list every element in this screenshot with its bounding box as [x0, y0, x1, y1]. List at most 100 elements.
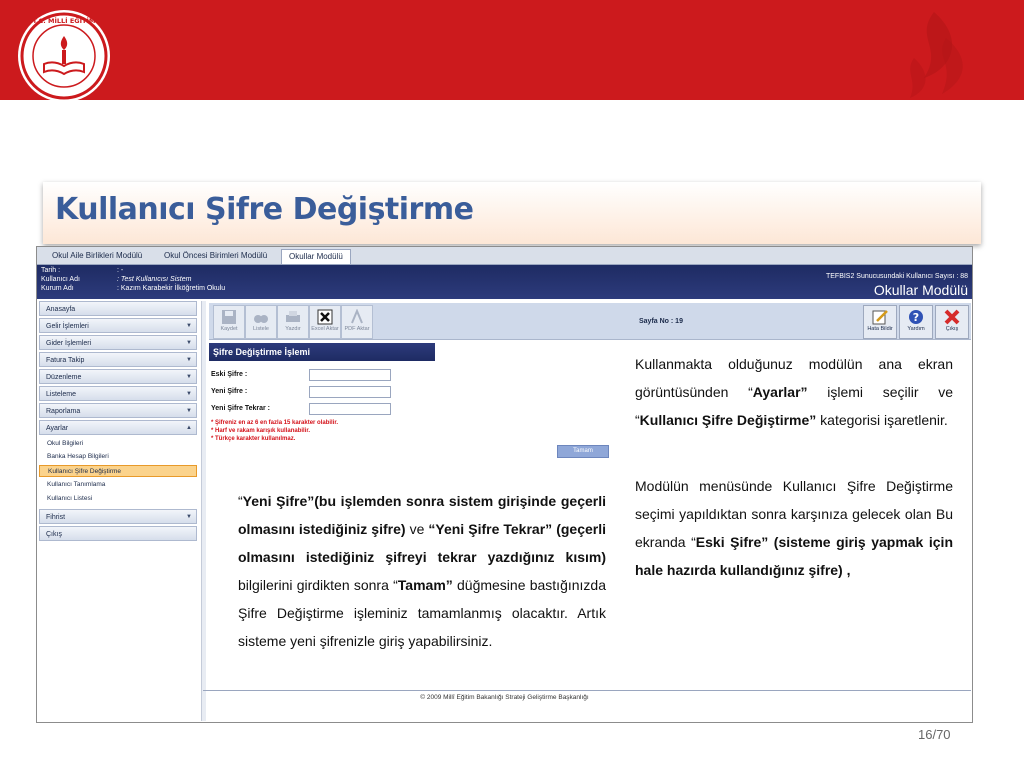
module-title: Okullar Modülü — [873, 282, 968, 298]
toolbar: Kaydet Listele Yazdır Excel Aktar PDF Ak… — [209, 303, 971, 340]
sidebar-item-label: Gelir İşlemleri — [46, 323, 89, 330]
repeat-password-label: Yeni Şifre Tekrar : — [211, 405, 271, 412]
right-explanation-2: Modülün menüsünde Kullanıcı Şifre Değişt… — [635, 472, 953, 584]
binoculars-icon — [254, 315, 268, 323]
tab-okul-aile[interactable]: Okul Aile Birlikleri Modülü — [45, 249, 149, 263]
sidebar-item-label: Çıkış — [46, 531, 62, 538]
warning-turkish: * Türkçe karakter kullanılmaz. — [211, 436, 296, 442]
bold-text: Tamam” — [397, 577, 453, 593]
header-bar — [0, 0, 1024, 100]
pdf-label: PDF Aktar — [344, 326, 370, 332]
sidebar: Anasayfa Gelir İşlemleri ▼ Gider İşlemler… — [39, 301, 199, 721]
sidebar-item-cikis[interactable]: Çıkış — [39, 526, 197, 541]
help-icon: ? — [909, 310, 923, 324]
save-button[interactable]: Kaydet — [213, 305, 245, 339]
chevron-down-icon: ▼ — [186, 323, 192, 329]
excel-label: Excel Aktar — [311, 326, 339, 332]
sidebar-item-label: Anasayfa — [46, 306, 76, 313]
info-header: Tarih : : - Kullanıcı Adı : Test Kullanı… — [37, 265, 972, 299]
sidebar-item-label: Fihrist — [46, 514, 66, 521]
sidebar-item-anasayfa[interactable]: Anasayfa — [39, 301, 197, 316]
chevron-down-icon: ▼ — [186, 408, 192, 414]
old-password-field[interactable] — [309, 369, 391, 381]
slide-title: Kullanıcı Şifre Değiştirme — [55, 192, 474, 227]
text: kategorisi işaretlenir. — [816, 412, 948, 428]
sidebar-item-label: Ayarlar — [46, 425, 69, 432]
footer-divider — [203, 690, 971, 691]
chevron-up-icon: ▲ — [186, 425, 192, 431]
help-label: Yardım — [907, 326, 925, 332]
right-explanation-1: Kullanmakta olduğunuz modülün ana ekran … — [635, 350, 953, 434]
ok-button[interactable]: Tamam — [557, 445, 609, 458]
sidebar-item-label: Gider İşlemleri — [46, 340, 92, 347]
warning-mixed: * Harf ve rakam karışık kullanabilir. — [211, 428, 311, 434]
old-password-label: Eski Şifre : — [211, 371, 248, 378]
bold-text: Ayarlar” — [752, 384, 808, 400]
sidebar-item-ayarlar[interactable]: Ayarlar ▲ — [39, 420, 197, 435]
sidebar-item-label: Fatura Takip — [46, 357, 85, 364]
tarih-label: Tarih : — [41, 267, 61, 274]
close-icon — [944, 309, 960, 325]
chevron-down-icon: ▼ — [186, 374, 192, 380]
report-error-button[interactable]: Hata Bildir — [863, 305, 897, 339]
repeat-password-field[interactable] — [309, 403, 391, 415]
chevron-down-icon: ▼ — [186, 340, 192, 346]
sidebar-sub-kullanici-listesi[interactable]: Kullanıcı Listesi — [39, 493, 197, 505]
kurum-label: Kurum Adı — [41, 285, 74, 292]
sidebar-sub-banka[interactable]: Banka Hesap Bilgileri — [39, 451, 197, 463]
form-title: Şifre Değiştirme İşlemi — [209, 343, 435, 361]
user-label: Kullanıcı Adı — [41, 276, 80, 283]
tab-okullar[interactable]: Okullar Modülü — [281, 249, 351, 264]
slide-title-box: Kullanıcı Şifre Değiştirme — [43, 182, 981, 244]
sidebar-item-gelir[interactable]: Gelir İşlemleri ▼ — [39, 318, 197, 333]
exit-label: Çıkış — [945, 326, 959, 332]
list-label: Listele — [253, 326, 269, 332]
text: bilgilerini girdikten sonra “ — [238, 577, 398, 593]
sidebar-item-label: Raporlama — [46, 408, 81, 415]
svg-text:T.C. MİLLİ EĞİTİM: T.C. MİLLİ EĞİTİM — [33, 16, 96, 25]
sidebar-item-label: Düzenleme — [46, 374, 82, 381]
save-label: Kaydet — [220, 326, 238, 332]
pdf-icon — [351, 309, 363, 324]
module-tabs: Okul Aile Birlikleri Modülü Okul Öncesi … — [37, 247, 972, 265]
chevron-down-icon: ▼ — [186, 357, 192, 363]
exit-button[interactable]: Çıkış — [935, 305, 969, 339]
excel-button[interactable]: Excel Aktar — [309, 305, 341, 339]
help-button[interactable]: ? Yardım — [899, 305, 933, 339]
sidebar-item-label: Listeleme — [46, 391, 76, 398]
sidebar-item-fatura[interactable]: Fatura Takip ▼ — [39, 352, 197, 367]
svg-text:?: ? — [913, 311, 919, 324]
report-icon — [872, 310, 888, 325]
sidebar-sub-sifre-degistirme[interactable]: Kullanıcı Şifre Değiştirme — [39, 465, 197, 477]
sidebar-item-fihrist[interactable]: Fihrist ▼ — [39, 509, 197, 524]
text: ve — [405, 521, 429, 537]
footer-copyright: © 2009 Millî Eğitim Bakanlığı Strateji G… — [420, 694, 589, 701]
list-button[interactable]: Listele — [245, 305, 277, 339]
sidebar-item-duzenleme[interactable]: Düzenleme ▼ — [39, 369, 197, 384]
flame-watermark-icon — [884, 8, 984, 105]
printer-icon — [286, 311, 300, 322]
sidebar-sub-kullanici-tanimlama[interactable]: Kullanıcı Tanımlama — [39, 479, 197, 491]
kurum-value: : Kazım Karabekir İlköğretim Okulu — [117, 285, 226, 292]
new-password-field[interactable] — [309, 386, 391, 398]
bold-text: Kullanıcı Şifre Değiştirme” — [639, 412, 817, 428]
pdf-button[interactable]: PDF Aktar — [341, 305, 373, 339]
sidebar-item-raporlama[interactable]: Raporlama ▼ — [39, 403, 197, 418]
print-button[interactable]: Yazdır — [277, 305, 309, 339]
meb-logo: T.C. MİLLİ EĞİTİM — [18, 10, 110, 102]
report-error-label: Hata Bildir — [867, 326, 893, 332]
excel-icon — [317, 309, 333, 325]
tarih-value: : - — [117, 267, 124, 274]
save-icon — [222, 310, 236, 324]
sidebar-item-gider[interactable]: Gider İşlemleri ▼ — [39, 335, 197, 350]
sidebar-item-listeleme[interactable]: Listeleme ▼ — [39, 386, 197, 401]
server-info: TEFBIS2 Sunucusundaki Kullanıcı Sayısı :… — [825, 273, 968, 280]
new-password-label: Yeni Şifre : — [211, 388, 248, 395]
print-label: Yazdır — [285, 326, 301, 332]
slide-page-number: 16/70 — [918, 727, 951, 742]
page-number: Sayfa No : 19 — [639, 318, 683, 325]
tab-okul-oncesi[interactable]: Okul Öncesi Birimleri Modülü — [157, 249, 274, 263]
sidebar-splitter[interactable] — [201, 301, 206, 721]
left-explanation: “Yeni Şifre”(bu işlemden sonra sistem gi… — [238, 487, 606, 655]
sidebar-sub-okul-bilgileri[interactable]: Okul Bilgileri — [39, 438, 197, 450]
